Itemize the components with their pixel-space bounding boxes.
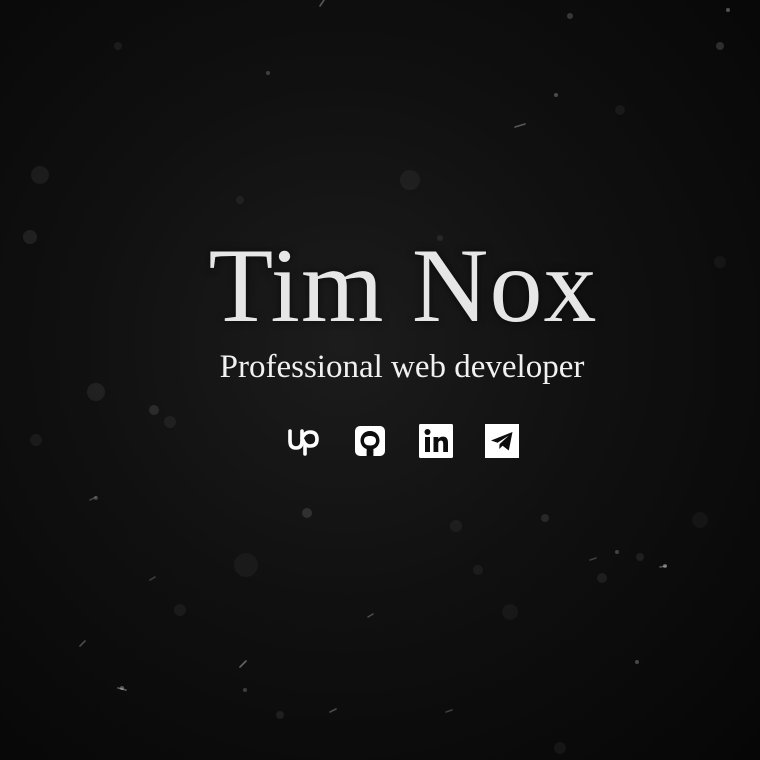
linkedin-icon: [419, 424, 453, 458]
page-root: Tim Nox Professional web developer: [0, 0, 760, 760]
profile-name: Tim Nox: [208, 227, 598, 344]
social-links: [286, 423, 520, 459]
telegram-link[interactable]: [484, 423, 520, 459]
linkedin-link[interactable]: [418, 423, 454, 459]
github-icon: [355, 426, 385, 456]
upwork-icon: [288, 429, 319, 456]
telegram-icon: [485, 424, 519, 458]
profile-tagline: Professional web developer: [219, 349, 585, 385]
upwork-link[interactable]: [286, 423, 322, 459]
hero: Tim Nox Professional web developer: [0, 227, 760, 386]
github-link[interactable]: [352, 423, 388, 459]
